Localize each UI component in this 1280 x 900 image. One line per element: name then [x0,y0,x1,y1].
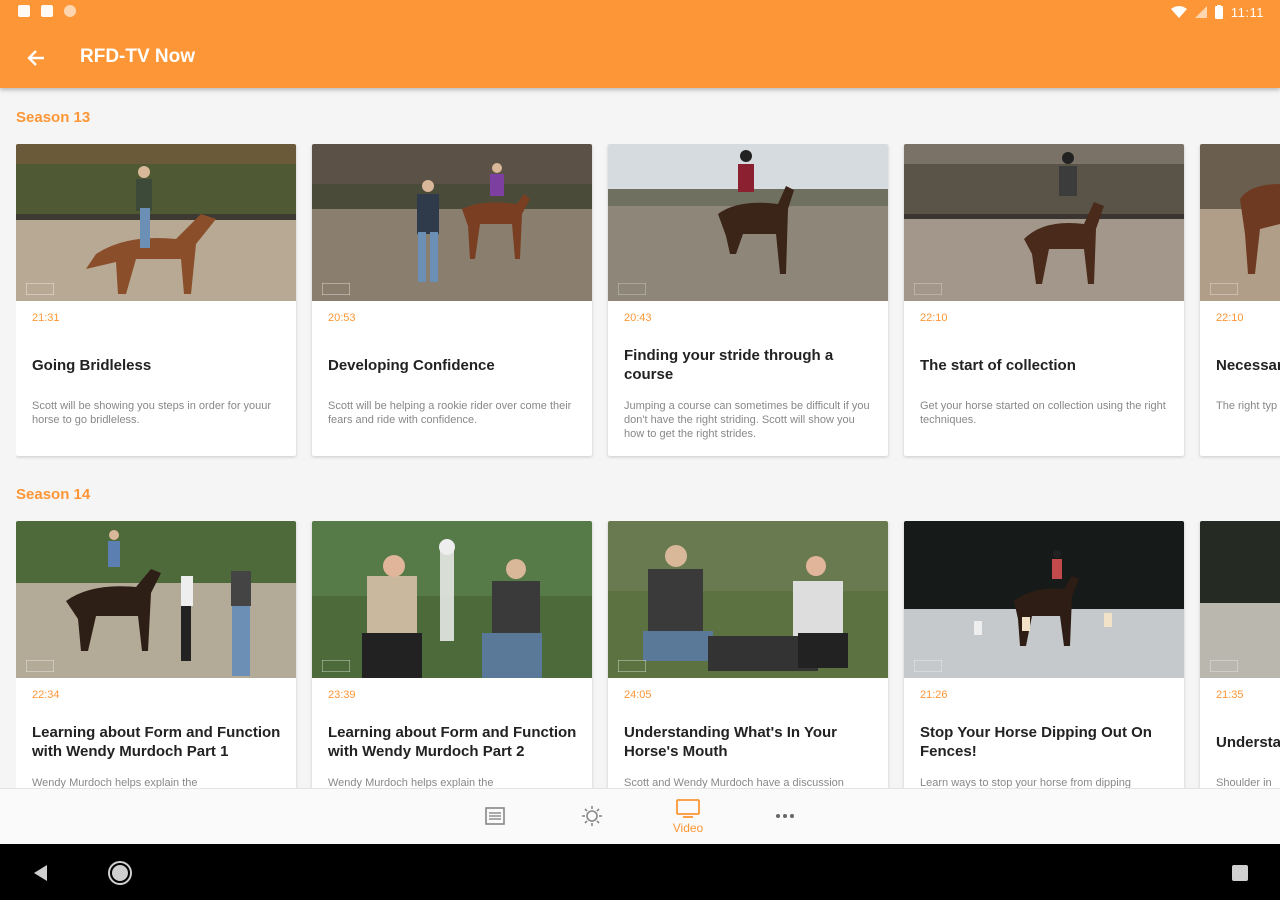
episode-card[interactable]: 20:53 Developing Confidence Scott will b… [312,144,592,456]
rfd-logo-icon [914,283,942,295]
episode-duration: 22:10 [1216,312,1244,324]
episode-title: Understa [1216,733,1280,751]
episode-thumbnail [312,144,592,301]
episode-card[interactable]: 21:31 Going Bridleless Scott will be sho… [16,144,296,456]
episode-duration: 21:31 [32,312,60,324]
notification-icon [18,5,30,17]
episode-duration: 22:34 [32,689,60,701]
episode-title: The start of collection [920,356,1076,374]
episode-description: Shoulder in [1216,777,1272,788]
episode-card[interactable]: 20:43 Finding your stride through a cour… [608,144,888,456]
episode-thumbnail [16,144,296,301]
rfd-logo-icon [914,660,942,672]
season-13-row[interactable]: 21:31 Going Bridleless Scott will be sho… [16,144,1280,464]
nav-video-label: Video [672,821,704,835]
status-system: 11:11 [1170,2,1264,22]
episode-card[interactable]: 24:05 Understanding What's In Your Horse… [608,521,888,788]
episode-thumbnail [1200,144,1280,301]
episode-duration: 20:53 [328,312,356,324]
back-button[interactable] [22,44,50,72]
rfd-logo-icon [1210,283,1238,295]
system-back-button[interactable] [28,860,54,886]
nav-weather[interactable] [562,789,622,845]
episode-duration: 23:39 [328,689,356,701]
episode-title: Learning about Form and Function with We… [328,724,577,760]
sun-icon [582,806,602,826]
episode-description: Learn ways to stop your horse from dippi… [920,777,1131,788]
system-recents-button[interactable] [1227,860,1253,886]
recents-square-icon [1232,865,1248,881]
sync-icon [64,5,76,17]
episode-thumbnail [904,144,1184,301]
nav-list[interactable] [465,789,525,845]
episode-title: Developing Confidence [328,356,495,374]
rfd-logo-icon [1210,660,1238,672]
battery-icon [1214,5,1223,19]
episode-description: Scott and Wendy Murdoch have a discussio… [624,777,844,788]
wifi-icon [1170,6,1187,18]
arrow-left-icon [27,50,44,66]
episode-duration: 21:26 [920,689,948,701]
rfd-logo-icon [618,283,646,295]
episode-title: Necessary young ho [1216,356,1280,374]
episode-card[interactable]: 22:10 The start of collection Get your h… [904,144,1184,456]
rfd-logo-icon [618,660,646,672]
rfd-logo-icon [322,660,350,672]
season-title: Season 14 [16,486,91,503]
episode-description: Jumping a course can sometimes be diffic… [624,400,870,440]
episode-thumbnail [904,521,1184,678]
episode-title: Understanding What's In Your Horse's Mou… [624,724,838,760]
season-14-row[interactable]: 22:34 Learning about Form and Function w… [16,521,1280,788]
episode-card[interactable]: 22:10 Necessary young ho The right typ h… [1200,144,1280,456]
rfd-logo-icon [26,283,54,295]
episode-card[interactable]: 22:34 Learning about Form and Function w… [16,521,296,788]
nav-video[interactable]: Video [658,789,718,845]
more-icon [776,814,794,818]
episode-title: Finding your stride through a course [624,347,834,383]
clipboard-icon [41,5,53,17]
system-nav-bar [0,844,1280,900]
episode-thumbnail [16,521,296,678]
episode-thumbnail [312,521,592,678]
tv-icon [676,799,700,818]
episode-duration: 22:10 [920,312,948,324]
episode-thumbnail [608,144,888,301]
status-time: 11:11 [1230,4,1264,20]
episode-description: Scott will be showing you steps in order… [32,400,272,426]
back-triangle-icon [34,865,47,881]
signal-icon [1194,6,1207,18]
episode-card[interactable]: 21:26 Stop Your Horse Dipping Out On Fen… [904,521,1184,788]
episode-thumbnail [608,521,888,678]
episode-description: The right typ horse will s future [1216,400,1280,412]
episode-duration: 21:35 [1216,689,1244,701]
system-home-button[interactable] [107,860,133,886]
home-circle-icon [108,861,132,885]
episode-thumbnail [1200,521,1280,678]
rfd-logo-icon [322,283,350,295]
episode-card[interactable]: 21:35 Understa Shoulder in [1200,521,1280,788]
episode-list[interactable]: Season 13 21:31 Going Bridleless Scott w… [0,88,1280,788]
episode-description: Wendy Murdoch helps explain the [32,777,198,788]
episode-card[interactable]: 23:39 Learning about Form and Function w… [312,521,592,788]
episode-title: Learning about Form and Function with We… [32,724,281,760]
episode-description: Get your horse started on collection usi… [920,400,1166,426]
app-bar: 11:11 RFD-TV Now [0,0,1280,88]
nav-more[interactable] [755,789,815,845]
episode-title: Going Bridleless [32,356,152,374]
status-notifications [18,5,76,17]
episode-duration: 24:05 [624,689,652,701]
episode-title: Stop Your Horse Dipping Out On Fences! [920,724,1152,760]
episode-duration: 20:43 [624,312,652,324]
bottom-navigation: Video [0,788,1280,845]
episode-description: Scott will be helping a rookie rider ove… [328,400,572,426]
rfd-logo-icon [26,660,54,672]
episode-description: Wendy Murdoch helps explain the [328,777,494,788]
list-icon [485,807,505,825]
season-title: Season 13 [16,109,91,126]
app-title: RFD-TV Now [80,46,196,67]
